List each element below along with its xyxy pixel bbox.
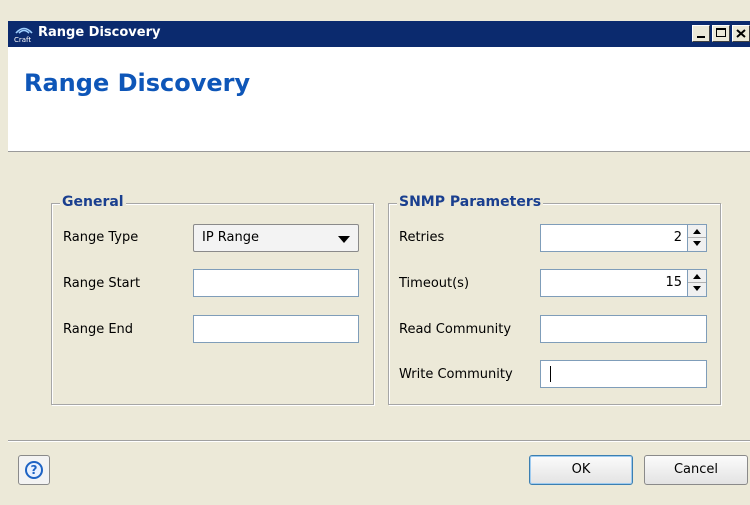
title-bar[interactable]: Craft Range Discovery <box>8 21 750 47</box>
snmp-group-title: SNMP Parameters <box>397 194 544 210</box>
craft-logo-icon: Craft <box>14 27 33 44</box>
footer-separator <box>8 440 750 442</box>
maximize-button[interactable] <box>712 25 730 42</box>
range-end-input[interactable] <box>193 315 359 343</box>
arrow-up-icon <box>693 229 701 234</box>
arrow-down-icon <box>693 241 701 246</box>
ok-button[interactable]: OK <box>529 455 633 485</box>
timeout-spin-buttons <box>687 270 706 296</box>
svg-text:Craft: Craft <box>14 36 31 44</box>
help-button[interactable]: ? <box>18 455 50 485</box>
arrow-down-icon <box>693 286 701 291</box>
range-type-label: Range Type <box>63 230 139 245</box>
write-community-label: Write Community <box>399 367 513 382</box>
range-start-label: Range Start <box>63 276 141 291</box>
range-start-input[interactable] <box>193 269 359 297</box>
text-cursor <box>550 366 551 382</box>
range-discovery-window: Craft Range Discovery Range Discovery Ge… <box>0 0 750 505</box>
retries-label: Retries <box>399 230 445 245</box>
range-type-value: IP Range <box>202 230 260 245</box>
read-community-input[interactable] <box>540 315 707 343</box>
banner-title: Range Discovery <box>24 69 251 97</box>
header-banner: Range Discovery <box>8 47 750 152</box>
timeout-spinner[interactable]: 15 <box>540 269 707 297</box>
minimize-button[interactable] <box>692 25 710 42</box>
range-end-label: Range End <box>63 322 134 337</box>
minimize-icon <box>697 36 705 38</box>
cancel-button[interactable]: Cancel <box>644 455 748 485</box>
timeout-decrement-button[interactable] <box>688 283 706 296</box>
retries-spinner[interactable]: 2 <box>540 224 707 252</box>
help-icon: ? <box>25 461 43 479</box>
arrow-up-icon <box>693 274 701 279</box>
retries-decrement-button[interactable] <box>688 238 706 251</box>
read-community-label: Read Community <box>399 322 512 337</box>
close-button[interactable] <box>732 25 750 42</box>
timeout-increment-button[interactable] <box>688 270 706 283</box>
range-type-select[interactable]: IP Range <box>193 224 359 252</box>
write-community-input[interactable] <box>540 360 707 388</box>
maximize-icon <box>716 28 726 37</box>
window-title: Range Discovery <box>38 25 161 40</box>
timeout-label: Timeout(s) <box>399 276 470 291</box>
retries-value: 2 <box>673 230 682 245</box>
chevron-down-icon <box>338 236 350 243</box>
general-group-title: General <box>60 194 126 210</box>
timeout-value: 15 <box>665 275 682 290</box>
retries-spin-buttons <box>687 225 706 251</box>
close-icon <box>736 29 746 38</box>
retries-increment-button[interactable] <box>688 225 706 238</box>
